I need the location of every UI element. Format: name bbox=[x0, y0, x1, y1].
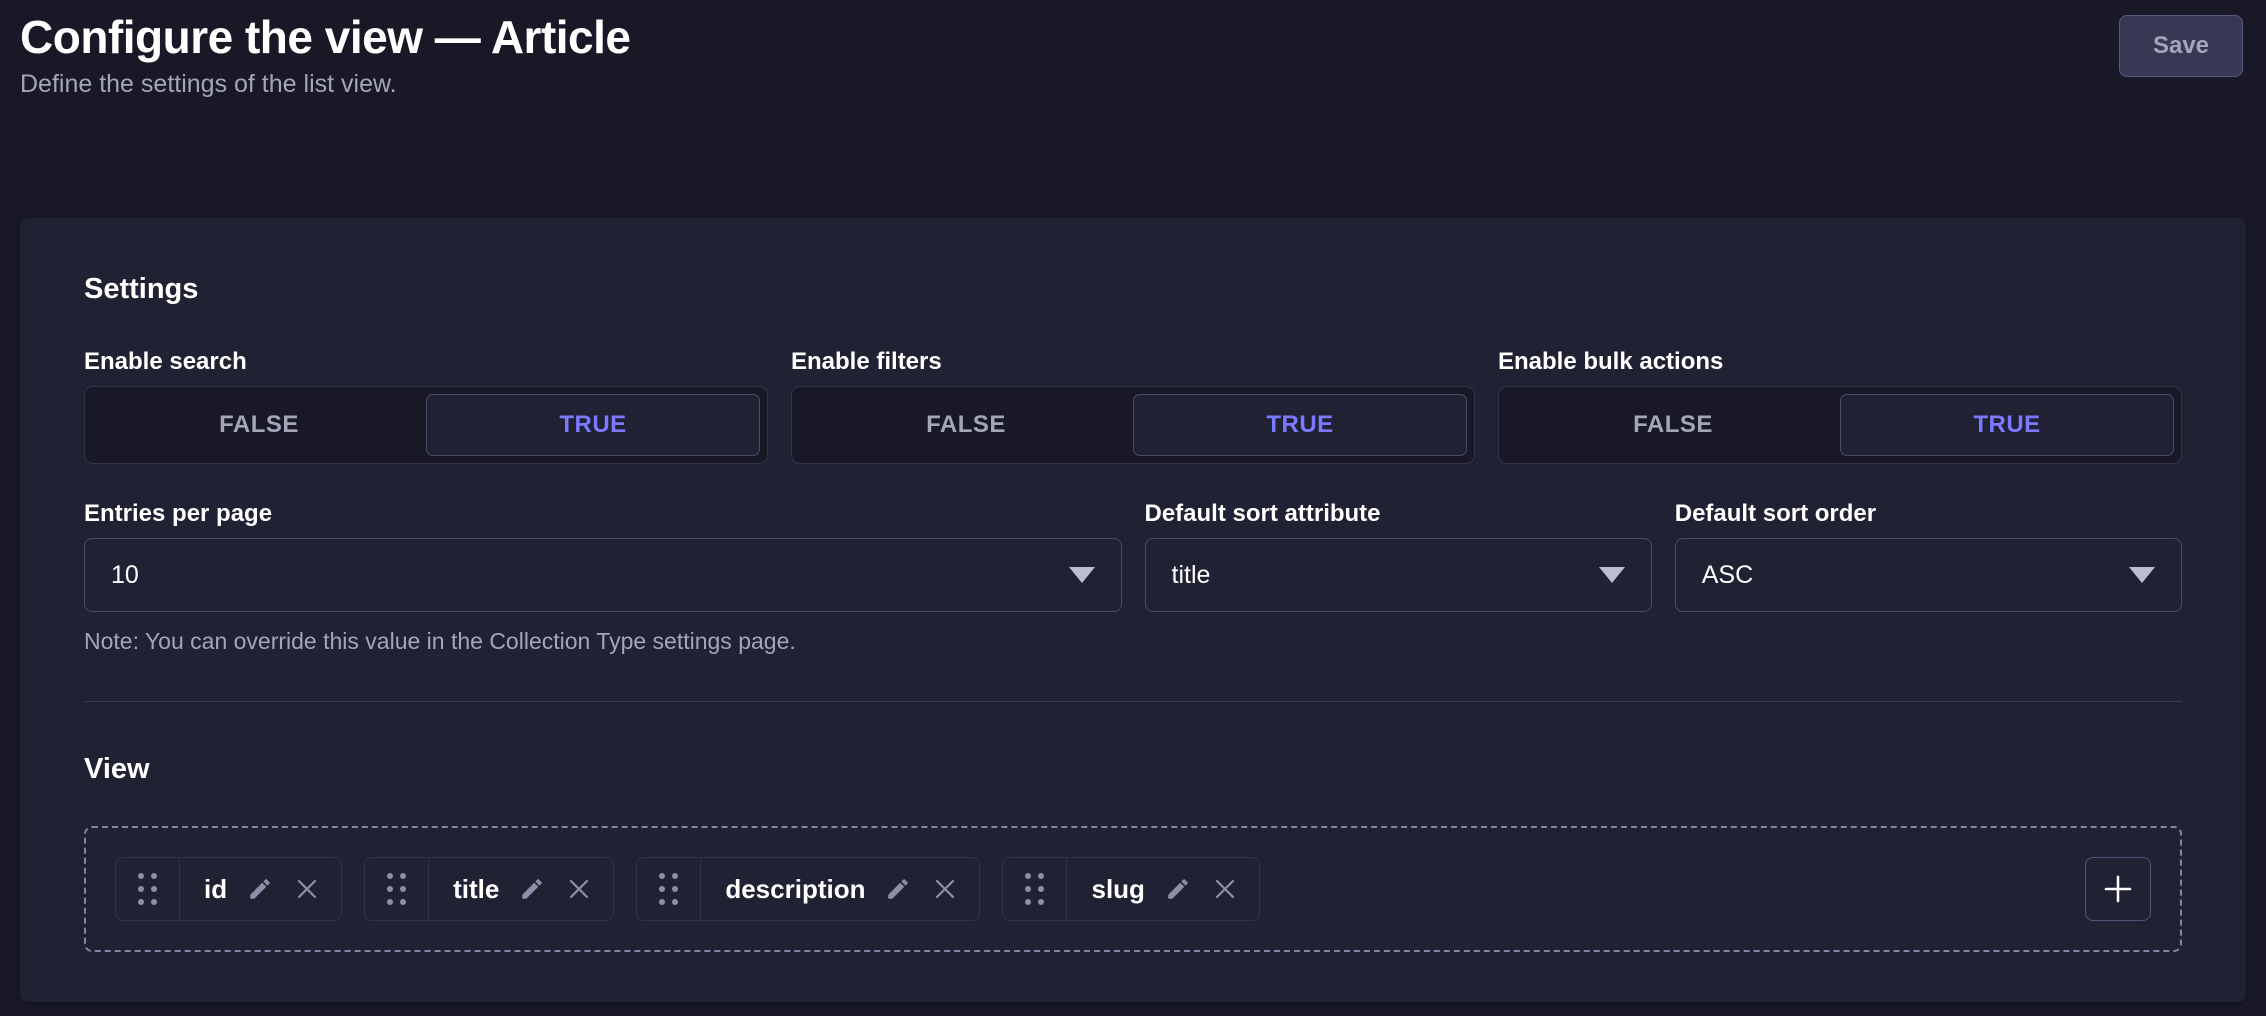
drag-handle-icon[interactable] bbox=[637, 858, 701, 920]
field-enable-bulk-actions: Enable bulk actions FALSE TRUE bbox=[1498, 348, 2182, 464]
enable-bulk-actions-toggle: FALSE TRUE bbox=[1498, 386, 2182, 464]
field-label: Enable search bbox=[84, 348, 768, 376]
enable-bulk-actions-false-option[interactable]: FALSE bbox=[1506, 394, 1840, 456]
remove-field-button[interactable] bbox=[1213, 877, 1237, 901]
edit-field-button[interactable] bbox=[885, 876, 911, 902]
field-enable-filters: Enable filters FALSE TRUE bbox=[791, 348, 1475, 464]
default-sort-attribute-select[interactable]: title bbox=[1145, 538, 1652, 612]
edit-field-button[interactable] bbox=[519, 876, 545, 902]
field-chip-slug[interactable]: slug bbox=[1002, 857, 1259, 921]
close-icon bbox=[567, 877, 591, 901]
caret-down-icon bbox=[1599, 567, 1625, 583]
enable-filters-false-option[interactable]: FALSE bbox=[799, 394, 1133, 456]
pencil-icon bbox=[1165, 876, 1191, 902]
entries-per-page-value: 10 bbox=[111, 561, 139, 590]
field-chip-label: slug bbox=[1091, 874, 1144, 905]
field-label: Enable bulk actions bbox=[1498, 348, 2182, 376]
edit-field-button[interactable] bbox=[247, 876, 273, 902]
settings-grid: Enable search FALSE TRUE Enable filters … bbox=[84, 348, 2182, 655]
enable-search-toggle: FALSE TRUE bbox=[84, 386, 768, 464]
field-chip-title[interactable]: title bbox=[364, 857, 614, 921]
enable-filters-true-option[interactable]: TRUE bbox=[1133, 394, 1467, 456]
remove-field-button[interactable] bbox=[295, 877, 319, 901]
field-label: Default sort attribute bbox=[1145, 500, 1652, 528]
view-fields-drop-zone: id title description bbox=[84, 826, 2182, 952]
default-sort-order-select[interactable]: ASC bbox=[1675, 538, 2182, 612]
default-sort-attribute-value: title bbox=[1172, 561, 1211, 590]
add-field-button[interactable] bbox=[2085, 857, 2151, 921]
pencil-icon bbox=[247, 876, 273, 902]
field-label: Entries per page bbox=[84, 500, 1122, 528]
configure-view-panel: Settings Enable search FALSE TRUE Enable… bbox=[20, 218, 2246, 1002]
field-label: Enable filters bbox=[791, 348, 1475, 376]
enable-search-true-option[interactable]: TRUE bbox=[426, 394, 760, 456]
default-sort-order-value: ASC bbox=[1702, 561, 1753, 590]
close-icon bbox=[1213, 877, 1237, 901]
edit-field-button[interactable] bbox=[1165, 876, 1191, 902]
field-chip-description[interactable]: description bbox=[636, 857, 980, 921]
drag-handle-icon[interactable] bbox=[116, 858, 180, 920]
caret-down-icon bbox=[1069, 567, 1095, 583]
field-chip-label: id bbox=[204, 874, 227, 905]
page-subtitle: Define the settings of the list view. bbox=[20, 70, 631, 98]
field-default-sort-attribute: Default sort attribute title bbox=[1145, 500, 1652, 655]
field-entries-per-page: Entries per page 10 Note: You can overri… bbox=[84, 500, 1122, 655]
pencil-icon bbox=[519, 876, 545, 902]
entries-per-page-note: Note: You can override this value in the… bbox=[84, 628, 1122, 655]
drag-handle-icon[interactable] bbox=[1003, 858, 1067, 920]
caret-down-icon bbox=[2129, 567, 2155, 583]
entries-per-page-select[interactable]: 10 bbox=[84, 538, 1122, 612]
page-header: Configure the view — Article Define the … bbox=[0, 0, 2266, 98]
settings-heading: Settings bbox=[84, 272, 2182, 306]
field-chip-id[interactable]: id bbox=[115, 857, 342, 921]
view-heading: View bbox=[84, 752, 2182, 786]
enable-search-false-option[interactable]: FALSE bbox=[92, 394, 426, 456]
field-enable-search: Enable search FALSE TRUE bbox=[84, 348, 768, 464]
page-title: Configure the view — Article bbox=[20, 12, 631, 62]
remove-field-button[interactable] bbox=[933, 877, 957, 901]
section-divider bbox=[84, 701, 2182, 702]
drag-handle-icon[interactable] bbox=[365, 858, 429, 920]
remove-field-button[interactable] bbox=[567, 877, 591, 901]
field-chip-label: title bbox=[453, 874, 499, 905]
save-button[interactable]: Save bbox=[2119, 15, 2243, 77]
enable-filters-toggle: FALSE TRUE bbox=[791, 386, 1475, 464]
field-label: Default sort order bbox=[1675, 500, 2182, 528]
enable-bulk-actions-true-option[interactable]: TRUE bbox=[1840, 394, 2174, 456]
plus-icon bbox=[2101, 872, 2135, 906]
page-header-text: Configure the view — Article Define the … bbox=[20, 12, 631, 98]
close-icon bbox=[933, 877, 957, 901]
pencil-icon bbox=[885, 876, 911, 902]
close-icon bbox=[295, 877, 319, 901]
field-chip-label: description bbox=[725, 874, 865, 905]
field-default-sort-order: Default sort order ASC bbox=[1675, 500, 2182, 655]
